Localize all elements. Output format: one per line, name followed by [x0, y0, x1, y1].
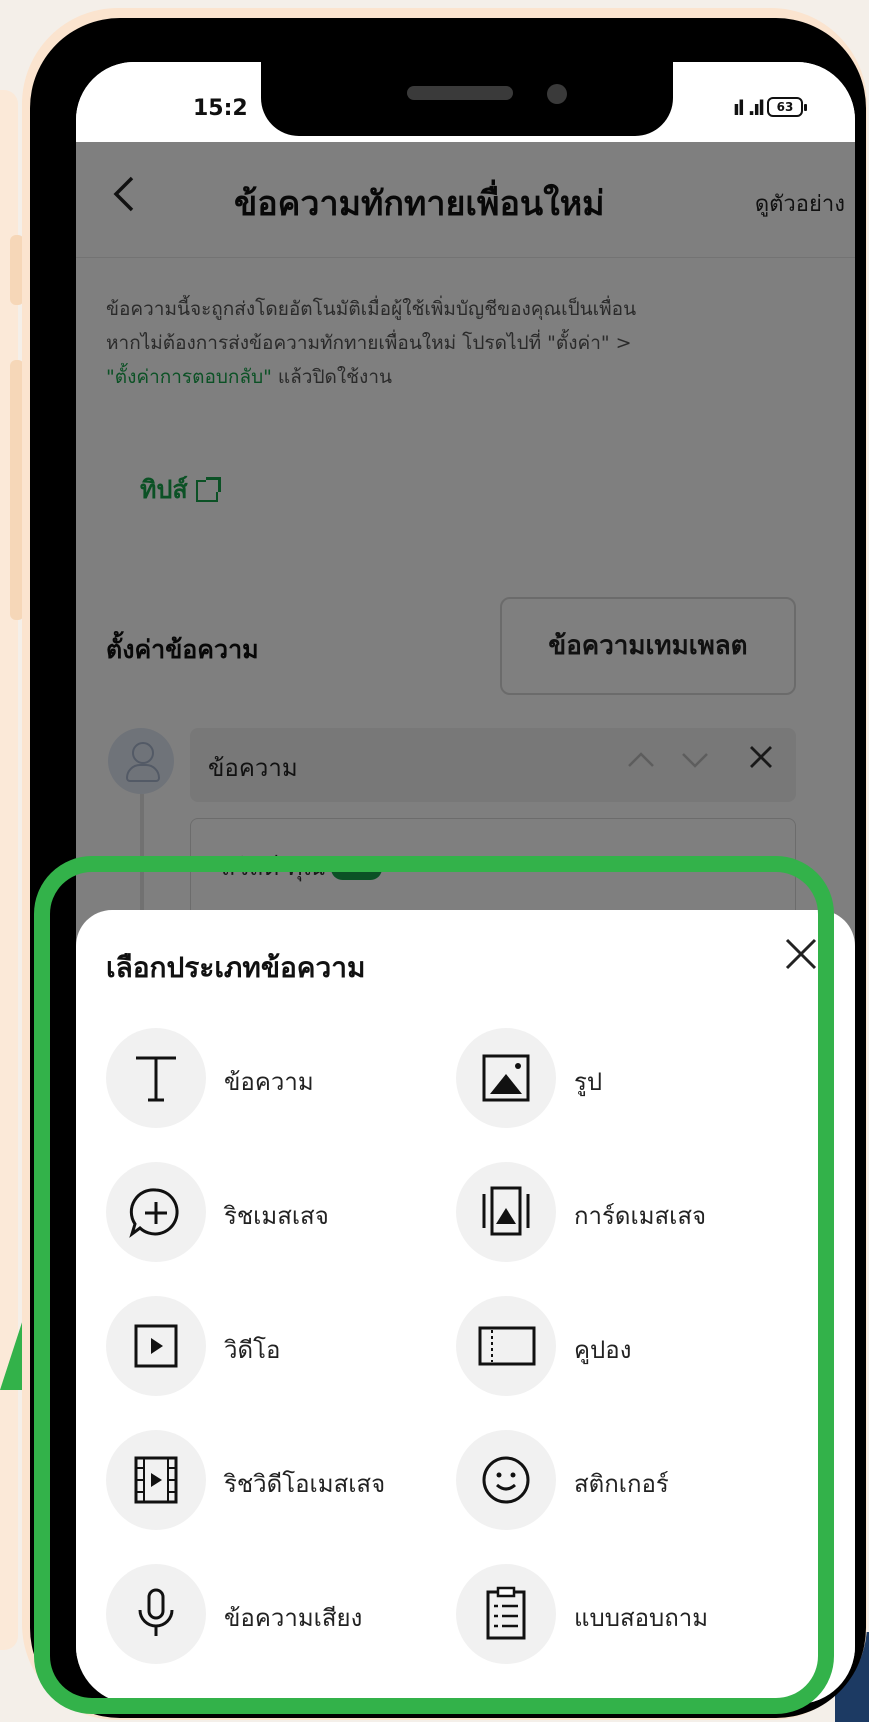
- battery-icon: 63: [767, 97, 807, 117]
- phone-notch: [261, 62, 673, 136]
- camera-icon: [547, 84, 567, 104]
- background-left-tab: [0, 90, 18, 1650]
- speaker-icon: [407, 86, 513, 100]
- highlight-frame: [34, 856, 834, 1714]
- status-time: 15:2: [193, 96, 248, 121]
- signal-icon: ıl .ıl: [733, 96, 765, 120]
